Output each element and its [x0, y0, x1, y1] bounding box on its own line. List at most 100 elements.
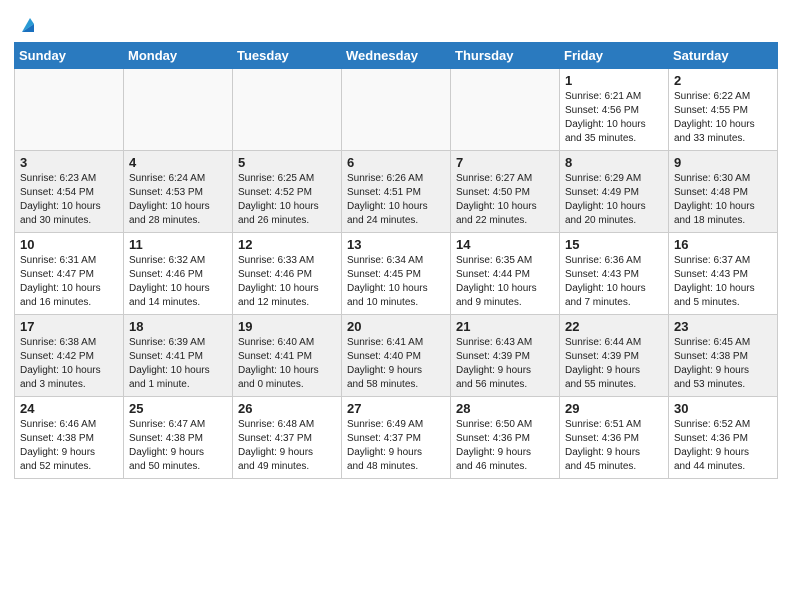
- calendar-dow-sunday: Sunday: [15, 43, 124, 69]
- calendar-cell: 11 Sunrise: 6:32 AMSunset: 4:46 PMDayligh…: [124, 233, 233, 315]
- calendar-cell: 19 Sunrise: 6:40 AMSunset: 4:41 PMDayligh…: [233, 315, 342, 397]
- calendar-cell: 16 Sunrise: 6:37 AMSunset: 4:43 PMDayligh…: [669, 233, 778, 315]
- calendar-week-4: 17 Sunrise: 6:38 AMSunset: 4:42 PMDayligh…: [15, 315, 778, 397]
- calendar-cell: 7 Sunrise: 6:27 AMSunset: 4:50 PMDaylight…: [451, 151, 560, 233]
- day-number: 12: [238, 237, 336, 252]
- day-number: 17: [20, 319, 118, 334]
- calendar-cell: 10Sunrise: 6:31 AMSunset: 4:47 PMDayligh…: [15, 233, 124, 315]
- calendar-cell: 27Sunrise: 6:49 AMSunset: 4:37 PMDayligh…: [342, 397, 451, 479]
- day-info: Sunrise: 6:50 AMSunset: 4:36 PMDaylight:…: [456, 418, 554, 474]
- day-number: 15: [565, 237, 663, 252]
- day-number: 24: [20, 401, 118, 416]
- calendar-cell: 29 Sunrise: 6:51 AMSunset: 4:36 PMDayligh…: [560, 397, 669, 479]
- logo: [14, 14, 38, 36]
- calendar-header-row: SundayMondayTuesdayWednesdayThursdayFrid…: [15, 43, 778, 69]
- day-info: Sunrise: 6:46 AMSunset: 4:38 PMDaylight:…: [20, 418, 118, 474]
- calendar-cell: 8 Sunrise: 6:29 AMSunset: 4:49 PMDaylight…: [560, 151, 669, 233]
- calendar-cell: 12 Sunrise: 6:33 AMSunset: 4:46 PMDayligh…: [233, 233, 342, 315]
- day-number: 8: [565, 155, 663, 170]
- day-number: 19: [238, 319, 336, 334]
- day-info: Sunrise: 6:51 AMSunset: 4:36 PMDaylight:…: [565, 418, 663, 474]
- day-info: Sunrise: 6:26 AMSunset: 4:51 PMDaylight:…: [347, 172, 445, 228]
- day-info: Sunrise: 6:39 AMSunset: 4:41 PMDaylight:…: [129, 336, 227, 392]
- day-number: 11: [129, 237, 227, 252]
- day-number: 30: [674, 401, 772, 416]
- day-info: Sunrise: 6:40 AMSunset: 4:41 PMDaylight:…: [238, 336, 336, 392]
- calendar-cell: 22 Sunrise: 6:44 AMSunset: 4:39 PMDayligh…: [560, 315, 669, 397]
- day-info: Sunrise: 6:27 AMSunset: 4:50 PMDaylight:…: [456, 172, 554, 228]
- day-number: 18: [129, 319, 227, 334]
- day-info: Sunrise: 6:35 AMSunset: 4:44 PMDaylight:…: [456, 254, 554, 310]
- day-number: 14: [456, 237, 554, 252]
- calendar-cell: 4 Sunrise: 6:24 AMSunset: 4:53 PMDaylight…: [124, 151, 233, 233]
- day-number: 25: [129, 401, 227, 416]
- calendar-dow-monday: Monday: [124, 43, 233, 69]
- day-info: Sunrise: 6:34 AMSunset: 4:45 PMDaylight:…: [347, 254, 445, 310]
- day-info: Sunrise: 6:44 AMSunset: 4:39 PMDaylight:…: [565, 336, 663, 392]
- calendar-week-3: 10Sunrise: 6:31 AMSunset: 4:47 PMDayligh…: [15, 233, 778, 315]
- day-number: 7: [456, 155, 554, 170]
- day-number: 1: [565, 73, 663, 88]
- day-info: Sunrise: 6:25 AMSunset: 4:52 PMDaylight:…: [238, 172, 336, 228]
- day-info: Sunrise: 6:24 AMSunset: 4:53 PMDaylight:…: [129, 172, 227, 228]
- day-info: Sunrise: 6:37 AMSunset: 4:43 PMDaylight:…: [674, 254, 772, 310]
- day-info: Sunrise: 6:47 AMSunset: 4:38 PMDaylight:…: [129, 418, 227, 474]
- calendar-cell: [15, 69, 124, 151]
- day-info: Sunrise: 6:36 AMSunset: 4:43 PMDaylight:…: [565, 254, 663, 310]
- calendar-cell: 9 Sunrise: 6:30 AMSunset: 4:48 PMDaylight…: [669, 151, 778, 233]
- calendar-dow-wednesday: Wednesday: [342, 43, 451, 69]
- calendar-week-5: 24 Sunrise: 6:46 AMSunset: 4:38 PMDayligh…: [15, 397, 778, 479]
- day-number: 4: [129, 155, 227, 170]
- calendar-cell: 15 Sunrise: 6:36 AMSunset: 4:43 PMDayligh…: [560, 233, 669, 315]
- day-info: Sunrise: 6:33 AMSunset: 4:46 PMDaylight:…: [238, 254, 336, 310]
- day-number: 16: [674, 237, 772, 252]
- calendar-cell: [342, 69, 451, 151]
- calendar-week-2: 3 Sunrise: 6:23 AMSunset: 4:54 PMDaylight…: [15, 151, 778, 233]
- calendar-cell: 28Sunrise: 6:50 AMSunset: 4:36 PMDayligh…: [451, 397, 560, 479]
- day-info: Sunrise: 6:21 AMSunset: 4:56 PMDaylight:…: [565, 90, 663, 146]
- day-number: 5: [238, 155, 336, 170]
- day-number: 13: [347, 237, 445, 252]
- day-number: 29: [565, 401, 663, 416]
- day-info: Sunrise: 6:29 AMSunset: 4:49 PMDaylight:…: [565, 172, 663, 228]
- calendar-dow-thursday: Thursday: [451, 43, 560, 69]
- calendar-cell: 20Sunrise: 6:41 AMSunset: 4:40 PMDayligh…: [342, 315, 451, 397]
- day-number: 23: [674, 319, 772, 334]
- logo-icon: [16, 14, 38, 36]
- calendar-cell: 2 Sunrise: 6:22 AMSunset: 4:55 PMDaylight…: [669, 69, 778, 151]
- header: [14, 10, 778, 36]
- day-info: Sunrise: 6:32 AMSunset: 4:46 PMDaylight:…: [129, 254, 227, 310]
- calendar-cell: 18 Sunrise: 6:39 AMSunset: 4:41 PMDayligh…: [124, 315, 233, 397]
- calendar-cell: 30 Sunrise: 6:52 AMSunset: 4:36 PMDayligh…: [669, 397, 778, 479]
- calendar-cell: 5 Sunrise: 6:25 AMSunset: 4:52 PMDaylight…: [233, 151, 342, 233]
- day-number: 22: [565, 319, 663, 334]
- day-number: 9: [674, 155, 772, 170]
- day-info: Sunrise: 6:31 AMSunset: 4:47 PMDaylight:…: [20, 254, 118, 310]
- day-info: Sunrise: 6:30 AMSunset: 4:48 PMDaylight:…: [674, 172, 772, 228]
- calendar-cell: 14 Sunrise: 6:35 AMSunset: 4:44 PMDayligh…: [451, 233, 560, 315]
- calendar-cell: 13 Sunrise: 6:34 AMSunset: 4:45 PMDayligh…: [342, 233, 451, 315]
- calendar-cell: [451, 69, 560, 151]
- day-number: 3: [20, 155, 118, 170]
- day-number: 2: [674, 73, 772, 88]
- calendar-cell: 25 Sunrise: 6:47 AMSunset: 4:38 PMDayligh…: [124, 397, 233, 479]
- calendar-cell: 17 Sunrise: 6:38 AMSunset: 4:42 PMDayligh…: [15, 315, 124, 397]
- day-info: Sunrise: 6:38 AMSunset: 4:42 PMDaylight:…: [20, 336, 118, 392]
- day-number: 21: [456, 319, 554, 334]
- page: SundayMondayTuesdayWednesdayThursdayFrid…: [0, 0, 792, 612]
- calendar-dow-saturday: Saturday: [669, 43, 778, 69]
- day-info: Sunrise: 6:22 AMSunset: 4:55 PMDaylight:…: [674, 90, 772, 146]
- day-info: Sunrise: 6:52 AMSunset: 4:36 PMDaylight:…: [674, 418, 772, 474]
- calendar-week-1: 1 Sunrise: 6:21 AMSunset: 4:56 PMDaylight…: [15, 69, 778, 151]
- calendar-cell: 6 Sunrise: 6:26 AMSunset: 4:51 PMDaylight…: [342, 151, 451, 233]
- calendar-dow-tuesday: Tuesday: [233, 43, 342, 69]
- day-info: Sunrise: 6:45 AMSunset: 4:38 PMDaylight:…: [674, 336, 772, 392]
- day-number: 6: [347, 155, 445, 170]
- day-info: Sunrise: 6:49 AMSunset: 4:37 PMDaylight:…: [347, 418, 445, 474]
- day-number: 26: [238, 401, 336, 416]
- calendar-cell: 24 Sunrise: 6:46 AMSunset: 4:38 PMDayligh…: [15, 397, 124, 479]
- calendar-cell: 1 Sunrise: 6:21 AMSunset: 4:56 PMDaylight…: [560, 69, 669, 151]
- day-info: Sunrise: 6:23 AMSunset: 4:54 PMDaylight:…: [20, 172, 118, 228]
- calendar-cell: 3 Sunrise: 6:23 AMSunset: 4:54 PMDaylight…: [15, 151, 124, 233]
- calendar-cell: 26Sunrise: 6:48 AMSunset: 4:37 PMDayligh…: [233, 397, 342, 479]
